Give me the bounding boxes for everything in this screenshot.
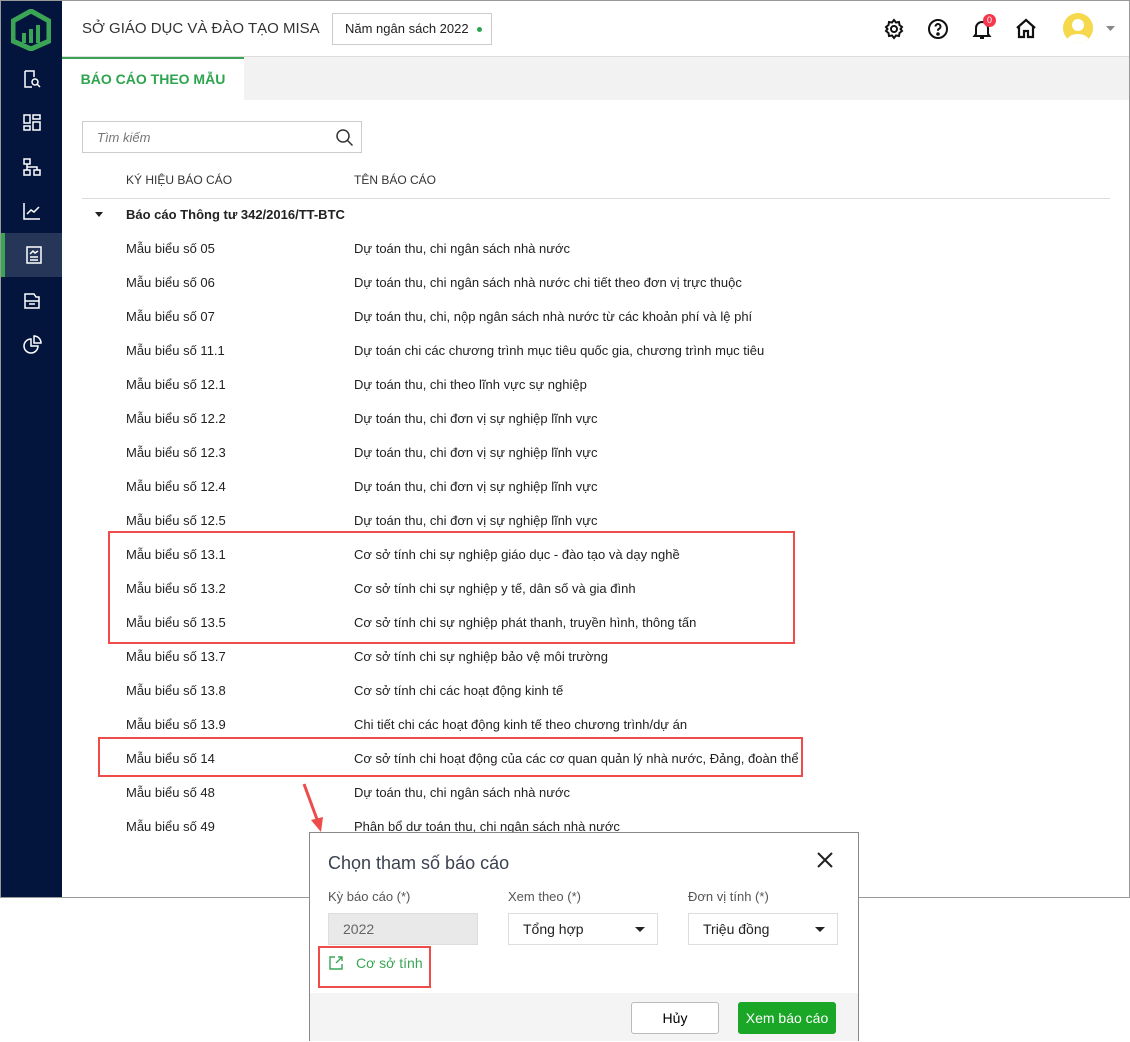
report-name: Dự toán thu, chi ngân sách nhà nước chi …	[354, 275, 742, 290]
column-header-name: TÊN BÁO CÁO	[354, 173, 437, 187]
help-icon[interactable]	[926, 17, 950, 41]
report-name: Dự toán thu, chi, nộp ngân sách nhà nước…	[354, 309, 753, 324]
view-report-button[interactable]: Xem báo cáo	[738, 1002, 836, 1034]
user-icon	[1067, 19, 1089, 43]
table-row[interactable]: Mẫu biểu số 13.8 Cơ sở tính chi các hoạt …	[1, 681, 1129, 715]
table-row[interactable]: Mẫu biểu số 06 Dự toán thu, chi ngân sách…	[1, 273, 1129, 307]
annotation-highlight	[318, 946, 431, 988]
dashboard-icon	[22, 114, 41, 131]
dropdown-arrow-icon	[815, 927, 825, 932]
table-row[interactable]: Mẫu biểu số 12.1 Dự toán thu, chi theo lĩ…	[1, 375, 1129, 409]
report-code: Mẫu biểu số 12.5	[126, 513, 226, 528]
table-row[interactable]: Mẫu biểu số 12.2 Dự toán thu, chi đơn vị …	[1, 409, 1129, 443]
report-name: Dự toán thu, chi đơn vị sự nghiệp lĩnh v…	[354, 513, 598, 528]
unit-value: Triệu đồng	[703, 921, 770, 937]
report-code: Mẫu biểu số 13.9	[126, 717, 226, 732]
report-code: Mẫu biểu số 12.4	[126, 479, 226, 494]
tab-report-templates[interactable]: BÁO CÁO THEO MẪU	[62, 57, 244, 100]
avatar[interactable]	[1063, 13, 1093, 43]
report-name: Dự toán chi các chương trình mục tiêu qu…	[354, 343, 765, 358]
period-field: 2022	[328, 913, 478, 945]
table-row[interactable]: Mẫu biểu số 07 Dự toán thu, chi, nộp ngân…	[1, 307, 1129, 341]
report-name: Dự toán thu, chi đơn vị sự nghiệp lĩnh v…	[354, 411, 598, 426]
unit-label: Đơn vị tính (*)	[688, 889, 769, 904]
unit-select[interactable]: Triệu đồng	[688, 913, 838, 945]
column-header-code: KÝ HIỆU BÁO CÁO	[126, 173, 233, 187]
annotation-arrow	[302, 783, 323, 832]
report-name: Dự toán thu, chi ngân sách nhà nước	[354, 241, 571, 256]
view-select[interactable]: Tổng hợp	[508, 913, 658, 945]
report-code: Mẫu biểu số 12.2	[126, 411, 226, 426]
annotation-highlight	[98, 737, 803, 777]
annotation-highlight	[108, 531, 795, 644]
sidebar-item-dashboard[interactable]	[1, 101, 62, 145]
report-name: Dự toán thu, chi theo lĩnh vực sự nghiệp	[354, 377, 587, 392]
group-label: Báo cáo Thông tư 342/2016/TT-BTC	[126, 207, 345, 222]
org-name: SỞ GIÁO DỤC VÀ ĐÀO TẠO MISA	[82, 20, 320, 37]
report-code: Mẫu biểu số 07	[126, 309, 215, 324]
report-code: Mẫu biểu số 12.3	[126, 445, 226, 460]
report-name: Chi tiết chi các hoạt động kinh tế theo …	[354, 717, 688, 732]
search-document-icon	[23, 70, 41, 88]
chevron-down-icon[interactable]	[1106, 26, 1115, 32]
report-code: Mẫu biểu số 49	[126, 819, 215, 834]
budget-year-label: Năm ngân sách 2022	[345, 21, 469, 36]
report-name: Cơ sở tính chi sự nghiệp bảo vệ môi trườ…	[354, 649, 608, 664]
home-icon[interactable]	[1014, 17, 1038, 41]
notification-badge: 0	[983, 14, 996, 27]
status-dot	[476, 27, 482, 33]
caret-down-icon[interactable]	[95, 212, 103, 217]
report-code: Mẫu biểu số 13.7	[126, 649, 226, 664]
table-row[interactable]: Mẫu biểu số 12.3 Dự toán thu, chi đơn vị …	[1, 443, 1129, 477]
sidebar-item-search-document[interactable]	[1, 57, 62, 101]
report-name: Cơ sở tính chi các hoạt động kinh tế	[354, 683, 564, 698]
table-row[interactable]: Mẫu biểu số 48 Dự toán thu, chi ngân sách…	[1, 783, 1129, 817]
report-code: Mẫu biểu số 48	[126, 785, 215, 800]
group-row[interactable]: Báo cáo Thông tư 342/2016/TT-BTC	[1, 205, 1129, 239]
header: SỞ GIÁO DỤC VÀ ĐÀO TẠO MISA Năm ngân sác…	[62, 1, 1129, 57]
tab-bar: BÁO CÁO THEO MẪU	[62, 57, 1129, 100]
table-row[interactable]: Mẫu biểu số 05 Dự toán thu, chi ngân sách…	[1, 239, 1129, 273]
report-code: Mẫu biểu số 13.8	[126, 683, 226, 698]
report-code: Mẫu biểu số 11.1	[126, 343, 225, 358]
report-name: Dự toán thu, chi đơn vị sự nghiệp lĩnh v…	[354, 445, 598, 460]
cancel-button[interactable]: Hủy	[631, 1002, 719, 1034]
view-value: Tổng hợp	[523, 921, 584, 937]
close-icon[interactable]	[816, 851, 834, 869]
dialog-title: Chọn tham số báo cáo	[328, 853, 510, 873]
dialog-footer: Hủy Xem báo cáo	[310, 993, 858, 1041]
period-label: Kỳ báo cáo (*)	[328, 889, 411, 904]
table-row[interactable]: Mẫu biểu số 11.1 Dự toán chi các chương t…	[1, 341, 1129, 375]
divider	[82, 198, 1110, 199]
search-icon[interactable]	[335, 128, 355, 148]
report-code: Mẫu biểu số 12.1	[126, 377, 226, 392]
table-row[interactable]: Mẫu biểu số 13.7 Cơ sở tính chi sự nghiệp…	[1, 647, 1129, 681]
view-label: Xem theo (*)	[508, 889, 581, 904]
dropdown-arrow-icon	[635, 927, 645, 932]
search-input[interactable]	[83, 122, 323, 152]
report-name: Dự toán thu, chi đơn vị sự nghiệp lĩnh v…	[354, 479, 598, 494]
report-parameters-dialog: Chọn tham số báo cáo Kỳ báo cáo (*) Xem …	[309, 832, 859, 1041]
report-name: Dự toán thu, chi ngân sách nhà nước	[354, 785, 571, 800]
logo	[11, 9, 51, 51]
budget-year-selector[interactable]: Năm ngân sách 2022	[332, 13, 492, 45]
report-code: Mẫu biểu số 05	[126, 241, 215, 256]
search-box	[82, 121, 362, 153]
hierarchy-icon	[22, 158, 41, 176]
table-row[interactable]: Mẫu biểu số 12.4 Dự toán thu, chi đơn vị …	[1, 477, 1129, 511]
sidebar-item-hierarchy[interactable]	[1, 145, 62, 189]
settings-icon[interactable]	[882, 17, 906, 41]
report-code: Mẫu biểu số 06	[126, 275, 215, 290]
